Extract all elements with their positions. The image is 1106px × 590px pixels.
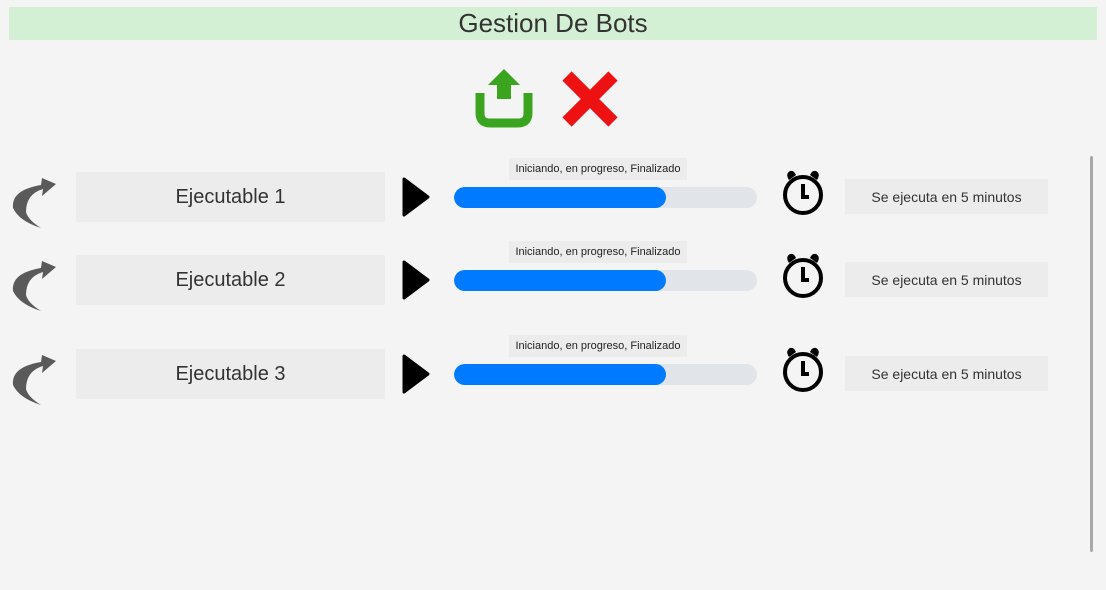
close-icon (562, 71, 618, 127)
status-label: Iniciando, en progreso, Finalizado (509, 158, 687, 180)
header-bar: Gestion De Bots (9, 7, 1097, 40)
play-button[interactable] (398, 260, 432, 300)
progress-bar (454, 364, 757, 385)
status-label: Iniciando, en progreso, Finalizado (509, 241, 687, 263)
schedule-label: Se ejecuta en 5 minutos (845, 356, 1048, 391)
redirect-button[interactable] (10, 349, 58, 405)
stopwatch-icon (780, 345, 826, 393)
play-icon (402, 260, 430, 300)
progress-bar (454, 270, 757, 291)
progress-fill (454, 364, 667, 385)
bot-row: Ejecutable 1 Iniciando, en progreso, Fin… (0, 158, 1106, 228)
schedule-label: Se ejecuta en 5 minutos (845, 179, 1048, 214)
upload-button[interactable] (473, 66, 535, 128)
redirect-button[interactable] (10, 255, 58, 311)
progress-fill (454, 187, 667, 208)
play-icon (402, 177, 430, 217)
bot-row: Ejecutable 3 Iniciando, en progreso, Fin… (0, 335, 1106, 405)
progress-fill (454, 270, 667, 291)
redirect-button[interactable] (10, 172, 58, 228)
scrollbar[interactable] (1090, 156, 1093, 552)
bot-name: Ejecutable 1 (76, 172, 385, 222)
status-label: Iniciando, en progreso, Finalizado (509, 335, 687, 357)
bot-name: Ejecutable 2 (76, 255, 385, 305)
toolbar (0, 66, 1106, 132)
page-title: Gestion De Bots (458, 8, 648, 38)
curved-arrow-icon (12, 178, 56, 228)
stopwatch-icon (780, 168, 826, 216)
progress-bar (454, 187, 757, 208)
curved-arrow-icon (12, 261, 56, 311)
stopwatch-icon (780, 251, 826, 299)
curved-arrow-icon (12, 355, 56, 405)
play-icon (402, 354, 430, 394)
upload-icon (475, 69, 533, 128)
bot-row: Ejecutable 2 Iniciando, en progreso, Fin… (0, 241, 1106, 311)
bot-manager-page: Gestion De Bots Ejecutable 1 Iniciando, … (0, 0, 1106, 590)
play-button[interactable] (398, 177, 432, 217)
play-button[interactable] (398, 354, 432, 394)
schedule-label: Se ejecuta en 5 minutos (845, 262, 1048, 297)
bot-name: Ejecutable 3 (76, 349, 385, 399)
close-button[interactable] (559, 68, 621, 130)
